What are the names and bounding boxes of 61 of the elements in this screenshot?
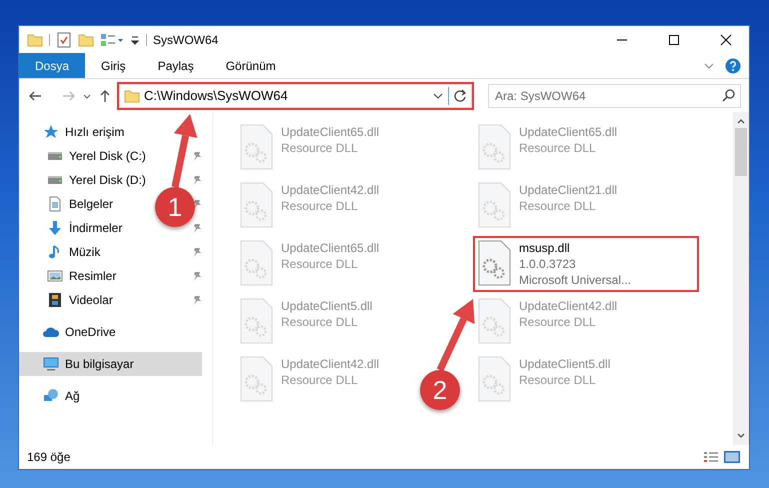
view-options-icon[interactable] [100,32,124,48]
sidebar-item[interactable]: Belgeler [19,192,118,216]
checklist-icon[interactable] [56,32,72,48]
file-detail: Resource DLL [519,314,597,330]
sidebar-item[interactable]: OneDrive [19,320,120,344]
sidebar-item[interactable]: Yerel Disk (C:) [19,144,150,168]
file-name: UpdateClient21.dll [519,182,618,198]
file-name: UpdateClient5.dll [519,356,610,372]
search-icon[interactable] [722,88,735,102]
sidebar-item[interactable]: Bu bilgisayar [19,352,202,376]
refresh-icon[interactable] [453,88,467,102]
ribbon-tab[interactable]: Giriş [85,53,142,78]
file-name: UpdateClient65.dll [281,240,380,256]
file-detail: Resource DLL [519,372,597,388]
film-icon [47,292,63,308]
folder-icon [124,88,140,104]
document-icon [47,196,63,212]
details-view-icon[interactable] [703,450,719,464]
dll-file-icon[interactable] [477,240,511,286]
scrollbar-thumb[interactable] [735,128,747,176]
ribbon-tab[interactable]: Paylaş [142,53,210,78]
star-icon [43,124,59,140]
file-detail: Resource DLL [281,314,359,330]
file-detail: Resource DLL [519,198,597,214]
monitor-icon [43,356,59,372]
sidebar-item[interactable]: Müzik [19,240,104,264]
file-detail: Microsoft Universal... [519,272,632,288]
ribbon-tab[interactable]: Dosya [19,53,86,78]
sidebar-item[interactable]: Hızlı erişim [19,120,128,144]
item-count: 169 öğe [27,449,70,466]
window-title: SysWOW64 [153,32,218,48]
file-detail: Resource DLL [281,372,359,388]
search-field[interactable]: Ara: SysWOW64 [488,84,741,108]
download-arrow-icon [47,220,63,236]
sidebar-item[interactable]: Videolar [19,288,117,312]
sidebar-item[interactable]: Ağ [19,384,84,408]
scroll-up-icon[interactable] [737,118,745,124]
scroll-down-icon[interactable] [737,433,745,439]
file-detail: 1.0.0.3723 [519,256,577,272]
network-icon [43,388,59,404]
close-icon[interactable] [718,32,734,48]
ribbon-tab[interactable]: Görünüm [210,53,292,78]
file-name: UpdateClient65.dll [519,124,618,140]
sidebar-item[interactable]: İndirmeler [19,216,126,240]
large-icons-view-icon[interactable] [723,450,741,464]
address-field[interactable]: C:\Windows\SysWOW64 [119,84,472,108]
address-path: C:\Windows\SysWOW64 [144,86,289,105]
help-icon[interactable] [725,58,741,74]
picture-icon [47,268,63,284]
sidebar-item[interactable]: Resimler [19,264,120,288]
file-name: msusp.dll [519,240,571,256]
file-name: UpdateClient5.dll [281,298,372,314]
file-name: UpdateClient65.dll [281,124,380,140]
file-detail: Resource DLL [281,140,359,156]
file-detail: Resource DLL [281,256,359,272]
file-detail: Resource DLL [281,198,359,214]
file-name: UpdateClient42.dll [519,298,618,314]
sidebar-item[interactable]: Yerel Disk (D:) [19,168,150,192]
file-name: UpdateClient42.dll [281,182,380,198]
file-name: UpdateClient42.dll [281,356,380,372]
file-detail: Resource DLL [519,140,597,156]
